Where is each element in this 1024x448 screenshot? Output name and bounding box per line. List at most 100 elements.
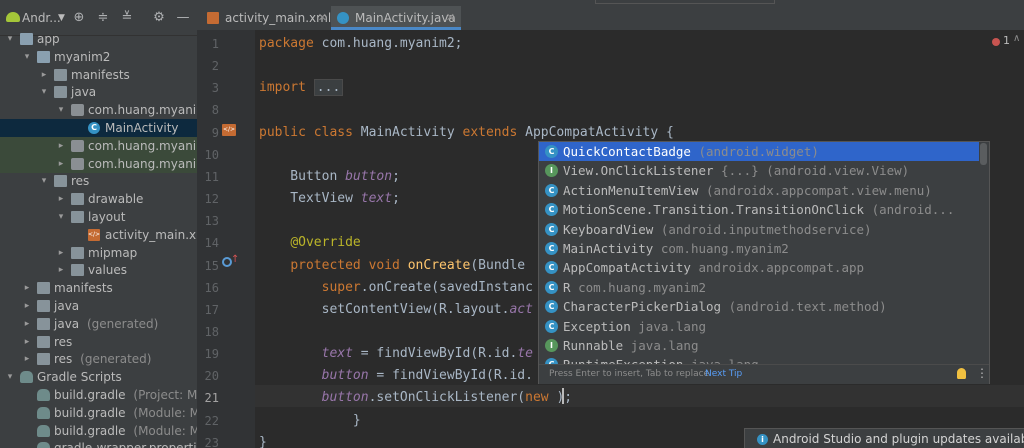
close-icon[interactable]: ✕ [446,6,455,30]
collapse-arrow-icon[interactable]: ▸ [21,315,33,333]
code-line[interactable]: TextView text; [259,188,400,210]
expand-arrow-icon[interactable]: ▾ [21,48,33,66]
tree-item[interactable]: build.gradle (Project: My_A [0,386,197,404]
collapse-arrow-icon[interactable]: ▸ [38,66,50,84]
collapse-arrow-icon[interactable]: ▸ [21,297,33,315]
line-number: 10 [204,147,219,162]
gear-icon[interactable]: ⚙ [150,9,168,27]
chevron-up-icon[interactable]: ∧ [1013,33,1020,44]
error-icon[interactable] [992,38,1000,46]
tree-item[interactable]: ▸ com.huang.myanim2 [0,136,197,155]
collapse-arrow-icon[interactable]: ▸ [55,137,67,155]
locate-icon[interactable]: ⊕ [70,9,88,27]
line-number: 18 [204,324,219,339]
tree-item[interactable]: ▸ java (generated) [0,315,197,333]
hide-icon[interactable]: — [174,9,192,27]
expand-arrow-icon[interactable]: ▾ [55,208,67,226]
collapse-arrow-icon[interactable]: ▸ [21,350,33,368]
code-line[interactable]: text = findViewById(R.id.te [259,343,533,365]
code-line[interactable]: } [259,432,267,448]
tree-item[interactable]: build.gradle (Module: My_A [0,404,197,422]
completion-item[interactable]: C AppCompatActivity androidx.appcompat.ap… [539,258,979,277]
collapse-all-icon[interactable]: ≚ [118,9,136,27]
code-line[interactable]: Button button; [259,166,400,188]
tree-item[interactable]: ▾ Gradle Scripts [0,368,197,386]
expand-arrow-icon[interactable]: ▾ [4,368,16,386]
tree-item[interactable]: </> activity_main.xml [0,226,197,244]
collapse-arrow-icon[interactable]: ▸ [21,333,33,351]
line-number: 22 [204,413,219,428]
close-icon[interactable]: ✕ [318,6,327,30]
expand-arrow-icon[interactable]: ▾ [4,30,16,48]
collapse-arrow-icon[interactable]: ▸ [55,261,67,279]
line-number: 23 [204,435,219,448]
tree-item[interactable]: ▸ res (generated) [0,350,197,368]
collapse-arrow-icon[interactable]: ▸ [21,279,33,297]
code-line[interactable]: protected void onCreate(Bundle [259,255,525,277]
expand-all-icon[interactable]: ≑ [94,9,112,27]
tree-item[interactable]: ▸ java [0,297,197,315]
more-options-icon[interactable]: ⋮ [976,366,988,380]
tree-item[interactable]: ▸ mipmap [0,244,197,262]
tree-item[interactable]: ▾ res [0,172,197,190]
class-gutter-icon[interactable]: </> [222,124,236,136]
code-line[interactable]: button.setOnClickListener(new ); [259,387,572,409]
completion-item[interactable]: C CharacterPickerDialog (android.text.met… [539,297,979,316]
tree-item[interactable]: ▾ myanim2 [0,48,197,66]
code-line[interactable]: package com.huang.myanim2; [259,33,463,55]
tree-item[interactable]: ▾ java [0,83,197,101]
completion-item[interactable]: I Runnable java.lang [539,336,979,355]
expand-arrow-icon[interactable]: ▾ [38,172,50,190]
update-notification[interactable]: i Android Studio and plugin updates avai… [744,428,1024,448]
interface-icon: I [545,164,558,178]
tree-item[interactable]: ▾ com.huang.myanim2 [0,101,197,119]
completion-item-name: CharacterPickerDialog [563,299,722,315]
tree-item[interactable]: ▸ res [0,333,197,351]
line-number: 8 [211,103,219,118]
completion-item[interactable]: C KeyboardView (android.inputmethodservic… [539,220,979,239]
next-tip-link[interactable]: Next Tip [705,369,742,379]
collapse-arrow-icon[interactable]: ▸ [55,190,67,208]
code-line[interactable]: super.onCreate(savedInstanc [259,277,533,299]
tree-item[interactable]: C MainActivity [0,119,197,137]
tree-item-label: app [37,32,60,46]
code-line[interactable]: button = findViewById(R.id. [259,365,533,387]
code-line[interactable]: @Override [259,232,360,254]
code-line[interactable]: import ... [259,77,344,99]
completion-item[interactable]: C MotionScene.Transition.TransitionOnClic… [539,200,979,219]
completion-item[interactable]: C Exception java.lang [539,317,979,336]
popup-footer: Press Enter to insert, Tab to replace Ne… [539,364,989,384]
completion-item[interactable]: C QuickContactBadge (android.widget) [539,142,979,162]
class-icon: C [545,203,558,217]
expand-arrow-icon[interactable]: ▾ [38,83,50,101]
completion-item[interactable]: I View.OnClickListener {...} (android.vie… [539,161,979,180]
chevron-down-icon[interactable]: ▼ [58,10,65,26]
code-line[interactable]: setContentView(R.layout.act [259,299,533,321]
tree-item[interactable]: ▾ layout [0,208,197,226]
tab-main-activity-java[interactable]: MainActivity.java ✕ [331,6,461,30]
error-count: 1 [1003,34,1010,47]
tree-item[interactable]: ▾ app [0,30,197,48]
completion-item[interactable]: C MainActivity com.huang.myanim2 [539,239,979,258]
tree-item-label: myanim2 [54,49,111,64]
collapse-arrow-icon[interactable]: ▸ [55,155,67,173]
popup-scrollbar[interactable] [980,143,987,165]
completion-item[interactable]: C ActionMenuItemView (androidx.appcompat.… [539,181,979,200]
completion-item-name: R [563,279,571,295]
tree-item[interactable]: gradle-wrapper.properties [0,439,197,448]
tree-item[interactable]: ▸ com.huang.myanim2 [0,154,197,173]
tree-item[interactable]: ▸ values [0,261,197,279]
project-view-selector[interactable]: Andr... [22,10,61,26]
lightbulb-icon[interactable] [957,368,966,379]
folder-icon [71,211,84,223]
tree-item[interactable]: ▸ manifests [0,66,197,84]
tree-item[interactable]: build.gradle (Module: My_A [0,422,197,440]
tree-item[interactable]: ▸ manifests [0,279,197,297]
tab-activity-main-xml[interactable]: activity_main.xml ✕ [201,6,333,30]
collapse-arrow-icon[interactable]: ▸ [55,244,67,262]
tree-item[interactable]: ▸ drawable [0,190,197,208]
code-line[interactable]: } [259,410,361,432]
line-number: 12 [204,192,219,207]
completion-item[interactable]: CR com.huang.myanim2 [539,278,979,297]
expand-arrow-icon[interactable]: ▾ [55,101,67,119]
